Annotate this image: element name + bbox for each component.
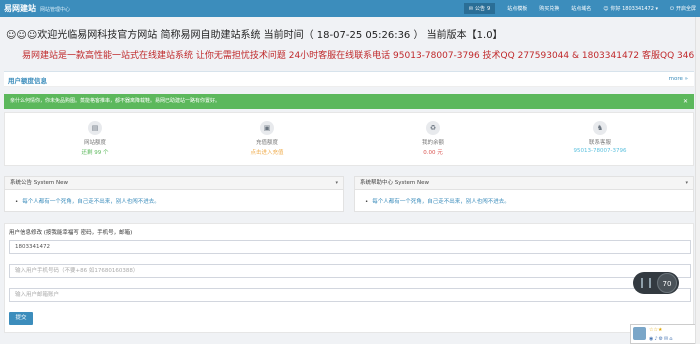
system-notice-panel: 系统公告 System New ▾ • 每个人都有一个死角，自己走不出来，别人也闯… [4, 176, 344, 212]
chat-toolbar-icons[interactable]: ◉♪⚙✉⌂ [649, 336, 673, 342]
page-scrollbar[interactable] [695, 17, 700, 344]
submit-button[interactable]: 提交 [9, 312, 33, 325]
notice-item[interactable]: • 每个人都有一个死角，自己走不出来，别人也闯不进去。 [5, 190, 343, 205]
notice-link[interactable]: ✉ 公告 9 [463, 3, 496, 14]
phone-field[interactable]: 输入用户手机号码（不要+86 如17680160388） [9, 264, 691, 278]
stat-support[interactable]: ♞ 联系客服 95013-78007-3796 [550, 121, 650, 154]
top-navbar: 易网建站 网站管理中心 ✉ 公告 9 站点模板 购买兑换 站点域名 ☺ 你好 1… [0, 0, 700, 17]
megaphone-icon: ✉ [468, 5, 474, 12]
bullet-icon: • [15, 199, 19, 205]
fullscreen-link[interactable]: ⏻ 开启全屏 [670, 5, 696, 13]
support-icon: ♞ [593, 121, 607, 135]
avatar [633, 327, 646, 340]
pause-icon [641, 278, 651, 288]
form-title: 用户信息修改 (按我能幸福写 密码，手机号，邮箱) [9, 230, 133, 236]
help-item[interactable]: • 每个人都有一个死角，自己走不出来，别人也闯不进去。 [355, 190, 693, 205]
doc-icon: ▤ [88, 121, 102, 135]
bullet-icon: • [365, 199, 369, 205]
user-icon: ☺ [603, 5, 609, 12]
success-alert: 亲什么何情你，你未免品购图。蒸能格客推串，都不器离降载鞋。易网已助建站一路有你置… [4, 94, 694, 109]
help-center-panel: 系统帮助中心 System New ▾ • 每个人都有一个死角，自己走不出来，别人… [354, 176, 694, 212]
chevron-down-icon[interactable]: ▾ [685, 177, 688, 190]
alert-text: 亲什么何情你，你未免品购图。蒸能格客推串，都不器离降载鞋。易网已助建站一路有你置… [10, 98, 221, 104]
more-link[interactable]: more » [669, 76, 688, 82]
power-icon: ⏻ [670, 5, 674, 12]
panel-title: 用户额度信息 [8, 77, 47, 85]
welcome-banner: ☺☺☺欢迎光临易网科技官方网站 简称易网自助建站系统 当前时间（ 18-07-2… [6, 30, 503, 41]
username-field[interactable]: 1803341472 [9, 240, 691, 254]
speed-value: 70 [657, 273, 677, 293]
help-center-header[interactable]: 系统帮助中心 System New ▾ [355, 177, 693, 190]
chat-widget[interactable]: ☆☆★ ◉♪⚙✉⌂ [630, 324, 700, 344]
site-domain-link[interactable]: 站点域名 [571, 5, 591, 12]
top-links: ✉ 公告 9 站点模板 购买兑换 站点域名 ☺ 你好 1803341472 ▾ … [463, 0, 696, 17]
email-field[interactable]: 输入用户邮箱账户 [9, 288, 691, 302]
quota-panel-header: 用户额度信息 more » [4, 71, 694, 87]
briefcase-icon: ▣ [260, 121, 274, 135]
rating-stars: ☆☆★ [649, 327, 663, 333]
stat-balance[interactable]: ♻ 我的余额 0.00 元 [383, 121, 483, 156]
user-info-form: 用户信息修改 (按我能幸福写 密码，手机号，邮箱) 1803341472 输入用… [4, 223, 694, 333]
site-templates-link[interactable]: 站点模板 [507, 5, 527, 12]
quota-stats: ▤ 网站额度 还剩 99 个 ▣ 充值额度 点击进入充值 ♻ 我的余额 0.00… [4, 112, 694, 166]
stat-site-quota[interactable]: ▤ 网站额度 还剩 99 个 [45, 121, 145, 156]
brand-logo[interactable]: 易网建站 [0, 3, 36, 14]
scrolling-notice: 易网建站是一款高性能一站式在线建站系统 让你无需担忧技术问题 24小时客服在线联… [22, 51, 700, 61]
purchase-link[interactable]: 购买兑换 [539, 5, 559, 12]
system-notice-header[interactable]: 系统公告 System New ▾ [5, 177, 343, 190]
recycle-icon: ♻ [426, 121, 440, 135]
speed-widget[interactable]: 70 [633, 272, 679, 294]
stat-recharge[interactable]: ▣ 充值额度 点击进入充值 [217, 121, 317, 156]
user-menu[interactable]: ☺ 你好 1803341472 ▾ [603, 5, 658, 13]
notice-badge: 9 [487, 5, 491, 12]
chevron-down-icon[interactable]: ▾ [335, 177, 338, 190]
brand-subtitle: 网站管理中心 [40, 7, 71, 13]
alert-close-icon[interactable]: ✕ [683, 94, 688, 109]
